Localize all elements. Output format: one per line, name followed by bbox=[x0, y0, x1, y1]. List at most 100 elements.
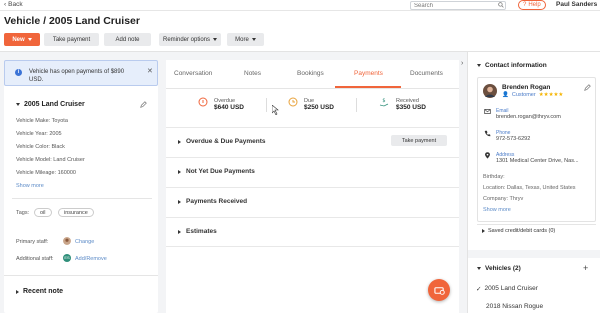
contact-section-header[interactable]: Contact information bbox=[477, 62, 547, 69]
vehicle-year: Vehicle Year: 2005 bbox=[16, 131, 62, 137]
help-button[interactable]: ? Help bbox=[518, 0, 546, 10]
chevron-down-icon bbox=[477, 64, 481, 67]
vehicles-section-header[interactable]: Vehicles (2) bbox=[477, 265, 521, 272]
additional-staff-label: Additional staff: bbox=[16, 256, 54, 262]
mouse-cursor-icon bbox=[272, 105, 279, 115]
overdue-due-payments-row[interactable]: Overdue & Due Payments Take payment bbox=[166, 127, 459, 157]
contact-panel: Contact information Brenden Rogan 👤 Cust… bbox=[467, 52, 600, 313]
svg-text:$: $ bbox=[382, 98, 385, 104]
chevron-right-icon bbox=[178, 199, 181, 204]
chevron-down-icon bbox=[27, 38, 32, 41]
take-payment-button[interactable]: Take payment bbox=[44, 33, 99, 46]
search-input[interactable] bbox=[410, 1, 506, 10]
change-staff-link[interactable]: Change bbox=[75, 239, 94, 245]
chevron-right-icon bbox=[16, 289, 19, 294]
avatar bbox=[63, 237, 71, 245]
contact-card: Brenden Rogan 👤 Customer ★★★★★ Email bren… bbox=[477, 77, 596, 222]
page-header: Vehicle / 2005 Land Cruiser New Take pay… bbox=[0, 11, 600, 52]
chevron-left-icon: ‹ bbox=[4, 1, 7, 8]
contact-address[interactable]: Address 1301 Medical Center Drive, Nas... bbox=[484, 152, 579, 164]
tag-oil[interactable]: oil bbox=[34, 208, 52, 217]
tab-conversation[interactable]: Conversation bbox=[174, 70, 212, 77]
email-icon bbox=[484, 109, 491, 114]
recent-note-header[interactable]: Recent note bbox=[16, 288, 63, 295]
due-stat: Due $250 USD bbox=[304, 98, 334, 111]
edit-icon[interactable] bbox=[584, 84, 591, 91]
active-tab-indicator bbox=[335, 86, 401, 88]
avatar: ES bbox=[63, 254, 71, 262]
vehicle-model: Vehicle Model: Land Cruiser bbox=[16, 157, 85, 163]
not-yet-due-payments-row[interactable]: Not Yet Due Payments bbox=[166, 157, 459, 187]
chevron-down-icon bbox=[251, 38, 256, 41]
overdue-stat: Overdue $640 USD bbox=[214, 98, 244, 111]
contact-phone[interactable]: Phone 972-573-6292 bbox=[484, 130, 530, 142]
section-gap bbox=[468, 250, 600, 258]
tab-notes[interactable]: Notes bbox=[244, 70, 261, 77]
add-note-button[interactable]: Add note bbox=[104, 33, 151, 46]
top-bar: ‹ Back ? Help Paul Sanders bbox=[0, 0, 600, 11]
tab-payments[interactable]: Payments bbox=[354, 70, 383, 77]
divider bbox=[4, 275, 158, 276]
estimates-row[interactable]: Estimates bbox=[166, 217, 459, 247]
close-icon[interactable]: ✕ bbox=[147, 67, 153, 75]
location-pin-icon bbox=[485, 152, 490, 159]
star-rating: ★★★★★ bbox=[538, 92, 564, 98]
add-vehicle-icon[interactable]: + bbox=[583, 263, 588, 273]
avatar bbox=[483, 84, 497, 98]
chevron-right-icon bbox=[178, 139, 181, 144]
vehicle-details-panel: i Vehicle has open payments of $890 USD.… bbox=[4, 60, 158, 313]
divider bbox=[12, 198, 152, 199]
vehicle-section-header[interactable]: 2005 Land Cruiser bbox=[16, 101, 85, 108]
phone-icon bbox=[484, 130, 491, 137]
reminder-options-button[interactable]: Reminder options bbox=[159, 33, 221, 46]
contact-birthday: Birthday: bbox=[483, 174, 505, 180]
edit-icon[interactable] bbox=[140, 101, 147, 108]
divider bbox=[266, 98, 267, 112]
contact-company: Company: Thryv bbox=[483, 196, 524, 202]
contact-name: Brenden Rogan bbox=[502, 84, 551, 91]
show-more-link[interactable]: Show more bbox=[16, 183, 44, 189]
add-remove-staff-link[interactable]: Add/Remove bbox=[75, 256, 107, 262]
chevron-right-icon bbox=[178, 169, 181, 174]
chevron-down-icon bbox=[477, 267, 481, 270]
user-menu[interactable]: Paul Sanders bbox=[556, 1, 597, 8]
vehicle-make: Vehicle Make: Toyota bbox=[16, 118, 68, 124]
back-link[interactable]: ‹ Back bbox=[4, 1, 23, 8]
clock-icon bbox=[288, 97, 298, 107]
vehicle-mileage: Vehicle Mileage: 160000 bbox=[16, 170, 76, 176]
payment-icon bbox=[433, 286, 445, 295]
tag-insurance[interactable]: insurance bbox=[58, 208, 94, 217]
contact-email[interactable]: Email brenden.rogan@thryv.com bbox=[484, 108, 561, 120]
tab-documents[interactable]: Documents bbox=[410, 70, 443, 77]
contact-location: Location: Dallas, Texas, United States bbox=[483, 185, 576, 191]
vehicle-color: Vehicle Color: Black bbox=[16, 144, 65, 150]
vehicle-list-item[interactable]: ✓ 2005 Land Cruiser bbox=[476, 285, 538, 293]
new-button[interactable]: New bbox=[4, 33, 40, 46]
divider bbox=[356, 98, 357, 112]
chevron-right-icon bbox=[178, 229, 181, 234]
overdue-icon bbox=[198, 97, 208, 107]
more-button[interactable]: More bbox=[227, 33, 264, 46]
page-title: Vehicle / 2005 Land Cruiser bbox=[4, 15, 140, 27]
divider bbox=[477, 224, 596, 225]
payments-received-row[interactable]: Payments Received bbox=[166, 187, 459, 217]
show-more-link[interactable]: Show more bbox=[483, 207, 511, 213]
info-icon: i bbox=[15, 69, 22, 76]
tags-label: Tags: bbox=[16, 210, 30, 216]
contact-role: 👤 Customer ★★★★★ bbox=[502, 92, 564, 98]
cash-hand-icon: $ bbox=[379, 98, 389, 107]
chevron-down-icon bbox=[16, 103, 20, 106]
payments-panel: Conversation Notes Bookings Payments Doc… bbox=[166, 60, 459, 313]
alert-message: Vehicle has open payments of $890 USD. bbox=[29, 69, 125, 83]
saved-cards-toggle[interactable]: Saved credit/debit cards (0) bbox=[482, 228, 555, 234]
search-icon[interactable] bbox=[498, 2, 504, 8]
open-payments-alert: i Vehicle has open payments of $890 USD.… bbox=[4, 60, 158, 86]
floating-action-button[interactable] bbox=[428, 279, 450, 301]
received-stat: Received $350 USD bbox=[396, 98, 426, 111]
vehicle-list-item[interactable]: 2018 Nissan Rogue bbox=[486, 303, 543, 310]
take-payment-button[interactable]: Take payment bbox=[391, 135, 447, 146]
tab-bookings[interactable]: Bookings bbox=[297, 70, 324, 77]
check-icon: ✓ bbox=[476, 286, 482, 293]
tabs-divider bbox=[166, 88, 459, 89]
primary-staff-label: Primary staff: bbox=[16, 239, 49, 245]
